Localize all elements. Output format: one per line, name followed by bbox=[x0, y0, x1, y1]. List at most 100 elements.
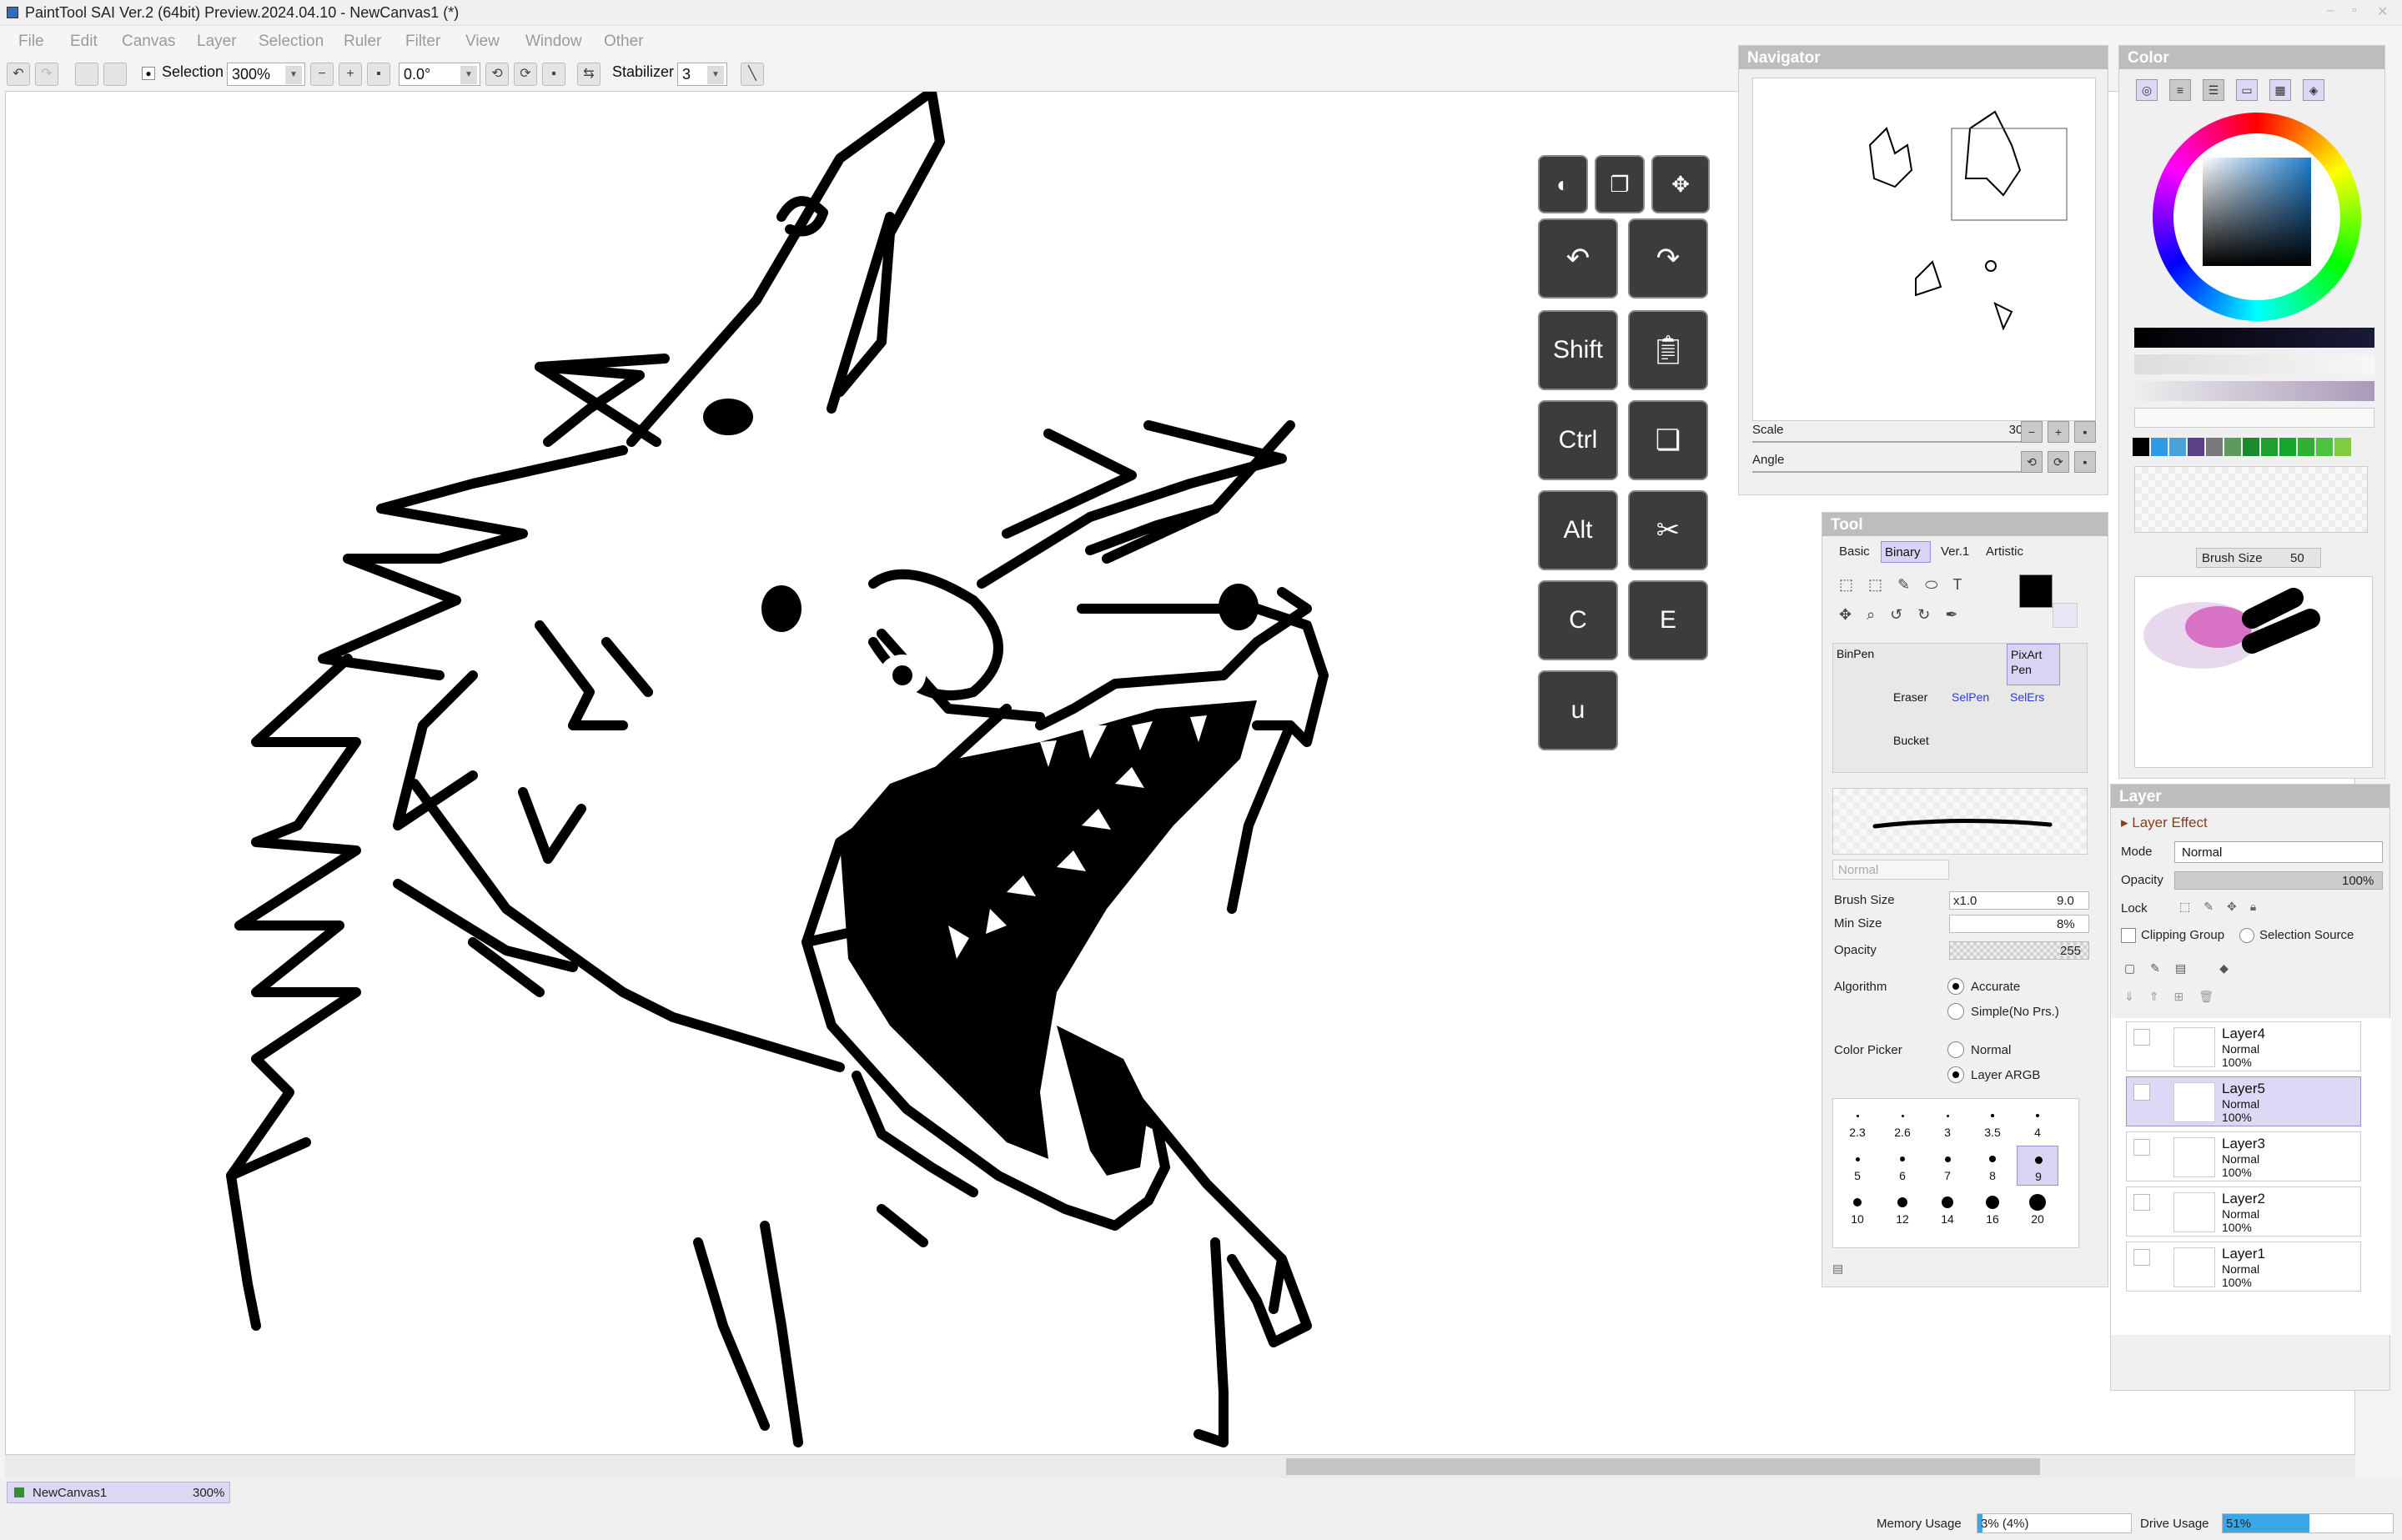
layer-opacity-slider[interactable]: 100% bbox=[2174, 871, 2383, 890]
rotate-reset-icon[interactable]: ▪ bbox=[542, 63, 565, 86]
undo-icon[interactable]: ↶ bbox=[7, 63, 30, 86]
alt-button[interactable]: Alt bbox=[1538, 490, 1618, 570]
zoom-in-icon[interactable]: + bbox=[339, 63, 362, 86]
rotate-right-icon[interactable]: ⟳ bbox=[2048, 451, 2069, 473]
brush-size-preset[interactable]: 4 bbox=[2017, 1102, 2058, 1142]
scratchpad-mode-icon[interactable]: ◈ bbox=[2303, 79, 2324, 101]
minimize-icon[interactable]: – bbox=[2327, 3, 2334, 18]
blend-slider-1[interactable] bbox=[2134, 354, 2374, 374]
tool-selpen[interactable]: SelPen bbox=[1952, 690, 1989, 704]
brush-size-slider[interactable]: x1.0 9.0 bbox=[1949, 891, 2089, 910]
blend-slider-2[interactable] bbox=[2134, 381, 2374, 401]
color-swatch[interactable] bbox=[2151, 438, 2168, 456]
tool-eraser[interactable]: Eraser bbox=[1893, 690, 1927, 704]
tool-binpen[interactable]: BinPen bbox=[1837, 647, 1874, 660]
mode-select[interactable]: Normal bbox=[2174, 841, 2383, 863]
tab-basic[interactable]: Basic bbox=[1839, 544, 1870, 559]
menu-view[interactable]: View bbox=[465, 33, 500, 51]
copy-button[interactable]: ❏ bbox=[1628, 400, 1708, 480]
tab-ver1[interactable]: Ver.1 bbox=[1941, 544, 1969, 559]
layer-row[interactable]: Layer1 Normal 100% bbox=[2126, 1242, 2361, 1292]
tab-artistic[interactable]: Artistic bbox=[1986, 544, 2023, 559]
lock-icons[interactable]: ⬚✎✥🔒︎ bbox=[2179, 900, 2269, 914]
color-swatch[interactable] bbox=[2188, 438, 2204, 456]
rotate-right-icon[interactable]: ⟳ bbox=[514, 63, 537, 86]
brush-size-preset[interactable]: 3.5 bbox=[1972, 1102, 2013, 1142]
clipping-group-checkbox[interactable] bbox=[2121, 928, 2136, 943]
menu-layer[interactable]: Layer bbox=[197, 33, 237, 51]
canvas-tab[interactable]: NewCanvas1 300% bbox=[7, 1482, 230, 1503]
close-icon[interactable]: ✕ bbox=[2377, 3, 2388, 20]
eye-icon[interactable]: ● bbox=[142, 67, 155, 80]
invert-selection-icon[interactable] bbox=[103, 63, 127, 86]
brush-size-preset[interactable]: 12 bbox=[1882, 1189, 1923, 1229]
value-slider[interactable] bbox=[2134, 328, 2374, 348]
visibility-toggle[interactable] bbox=[2133, 1029, 2150, 1046]
layer-row[interactable]: Layer3 Normal 100% bbox=[2126, 1131, 2361, 1181]
layer-actions-row-2[interactable]: ⇓⇑⊞🗑︎ bbox=[2124, 990, 2229, 1004]
flip-horizontal-icon[interactable]: ⇆ bbox=[577, 63, 600, 86]
undo-button[interactable]: ↶ bbox=[1538, 218, 1618, 298]
secondary-color-swatch[interactable] bbox=[2053, 603, 2078, 628]
navigation-tools-row[interactable]: ✥⌕↺↻✒ bbox=[1839, 606, 1972, 624]
c-button[interactable]: C bbox=[1538, 580, 1618, 660]
menu-selection[interactable]: Selection bbox=[259, 33, 324, 51]
selection-source-checkbox[interactable] bbox=[2239, 928, 2254, 943]
redo-button[interactable]: ↷ bbox=[1628, 218, 1708, 298]
menu-window[interactable]: Window bbox=[525, 33, 582, 51]
angle-slider[interactable] bbox=[1752, 471, 2039, 473]
zoom-select[interactable]: 300% ▼ bbox=[227, 63, 305, 86]
swatches-mode-icon[interactable]: ▦ bbox=[2269, 79, 2291, 101]
primary-color-swatch[interactable] bbox=[2019, 574, 2053, 608]
brush-size-preset[interactable]: 14 bbox=[1927, 1189, 1968, 1229]
radio-simple[interactable] bbox=[1947, 1003, 1964, 1020]
brush-size-preset[interactable]: 2.6 bbox=[1882, 1102, 1923, 1142]
visibility-toggle[interactable] bbox=[2133, 1139, 2150, 1156]
color-swatch[interactable] bbox=[2261, 438, 2278, 456]
layer-row[interactable]: Layer2 Normal 100% bbox=[2126, 1186, 2361, 1237]
deselect-icon[interactable] bbox=[75, 63, 98, 86]
radio-cp-normal[interactable] bbox=[1947, 1041, 1964, 1058]
color-swatch[interactable] bbox=[2279, 438, 2296, 456]
zoom-reset-icon[interactable]: ▪ bbox=[367, 63, 390, 86]
layer-row[interactable]: Layer5 Normal 100% bbox=[2126, 1076, 2361, 1126]
window-button[interactable]: ❐ bbox=[1595, 155, 1645, 213]
color-wheel-mode-icon[interactable]: ◎ bbox=[2136, 79, 2158, 101]
paste-button[interactable]: 📋︎ bbox=[1628, 310, 1708, 390]
brush-size-preset[interactable]: 3 bbox=[1927, 1102, 1968, 1142]
color-swatch[interactable] bbox=[2334, 438, 2351, 456]
layer-row[interactable]: Layer4 Normal 100% bbox=[2126, 1021, 2361, 1071]
color-swatch[interactable] bbox=[2133, 438, 2149, 456]
u-button[interactable]: u bbox=[1538, 670, 1618, 750]
intermediate-color-icon[interactable]: ▭ bbox=[2236, 79, 2258, 101]
rotate-left-icon[interactable]: ⟲ bbox=[485, 63, 509, 86]
visibility-toggle[interactable] bbox=[2133, 1249, 2150, 1266]
scrollbar-thumb[interactable] bbox=[1286, 1458, 2040, 1475]
stabilizer-select[interactable]: 3 ▼ bbox=[677, 63, 727, 86]
preset-footer-icons[interactable]: ▤ bbox=[1832, 1262, 1843, 1276]
move-button[interactable]: ✥ bbox=[1651, 155, 1710, 213]
color-swatch[interactable] bbox=[2224, 438, 2241, 456]
tool-pixart-pen[interactable]: PixArt Pen bbox=[2007, 644, 2060, 685]
blend-mode-select[interactable]: Normal bbox=[1832, 860, 1949, 880]
tab-binary[interactable]: Binary bbox=[1881, 541, 1931, 563]
brush-size-preset[interactable]: 7 bbox=[1927, 1146, 1968, 1186]
min-size-slider[interactable]: 8% bbox=[1949, 915, 2089, 933]
radio-cp-argb[interactable] bbox=[1947, 1066, 1964, 1083]
layer-effect-toggle[interactable]: ▸ Layer Effect bbox=[2121, 815, 2208, 831]
radio-accurate[interactable] bbox=[1947, 978, 1964, 995]
visibility-toggle[interactable] bbox=[2133, 1194, 2150, 1211]
selection-tools-row[interactable]: ⬚⬚✎⬭T bbox=[1839, 576, 1977, 594]
tool-selers[interactable]: SelErs bbox=[2010, 690, 2044, 704]
cut-button[interactable]: ✂ bbox=[1628, 490, 1708, 570]
brush-size-preset[interactable]: 20 bbox=[2017, 1189, 2058, 1229]
color-swatch[interactable] bbox=[2243, 438, 2259, 456]
visibility-toggle[interactable] bbox=[2133, 1084, 2150, 1101]
brush-size-preset[interactable]: 6 bbox=[1882, 1146, 1923, 1186]
scratch-area[interactable] bbox=[2134, 466, 2368, 533]
hsv-slider-mode-icon[interactable]: ☰ bbox=[2203, 79, 2224, 101]
rotate-reset-icon[interactable]: ▪ bbox=[2074, 451, 2096, 473]
color-swatch[interactable] bbox=[2316, 438, 2333, 456]
e-button[interactable]: E bbox=[1628, 580, 1708, 660]
maximize-icon[interactable]: ▫ bbox=[2352, 3, 2357, 18]
